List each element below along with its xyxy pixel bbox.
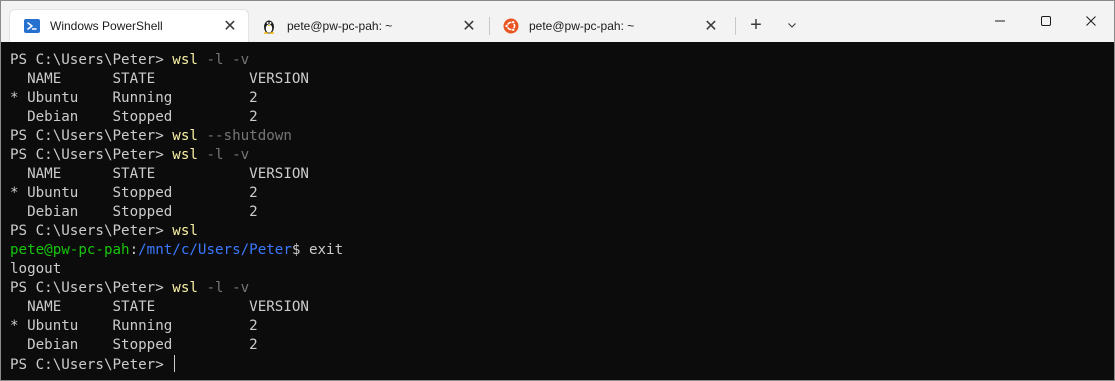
terminal-text: wsl bbox=[172, 280, 198, 296]
linux-tux-icon bbox=[261, 18, 277, 34]
terminal-line: pete@pw-pc-pah:/mnt/c/Users/Peter$ exit bbox=[10, 241, 1114, 260]
terminal-text: PS C:\Users\Peter> bbox=[10, 52, 173, 68]
terminal-text: PS C:\Users\Peter> bbox=[10, 357, 173, 373]
terminal-line: NAME STATE VERSION bbox=[10, 165, 1114, 184]
terminal-line: * Ubuntu Running 2 bbox=[10, 317, 1114, 336]
tab-bar: Windows PowerShell ✕ pete@pw-pc-pah: ~ ✕ bbox=[1, 1, 1114, 42]
terminal-text: Debian Stopped 2 bbox=[10, 337, 258, 353]
terminal-text: -l -v bbox=[197, 52, 250, 68]
terminal-text: -l -v bbox=[197, 280, 250, 296]
terminal-line: NAME STATE VERSION bbox=[10, 298, 1114, 317]
terminal-text: NAME STATE VERSION bbox=[10, 299, 309, 315]
close-tab-icon[interactable]: ✕ bbox=[216, 12, 244, 40]
terminal-window: Windows PowerShell ✕ pete@pw-pc-pah: ~ ✕ bbox=[0, 0, 1115, 381]
terminal-line: Debian Stopped 2 bbox=[10, 203, 1114, 222]
terminal-text: --shutdown bbox=[197, 128, 292, 144]
terminal-text: PS C:\Users\Peter> bbox=[10, 280, 173, 296]
tab-label: pete@pw-pc-pah: ~ bbox=[287, 18, 393, 33]
minimize-icon bbox=[995, 20, 1005, 22]
terminal-text: pete@pw-pc-pah bbox=[10, 242, 130, 258]
terminal-text: : bbox=[129, 242, 139, 258]
terminal-output[interactable]: PS C:\Users\Peter> wsl -l -v NAME STATE … bbox=[1, 42, 1114, 380]
terminal-text: PS C:\Users\Peter> bbox=[10, 223, 173, 239]
terminal-text: * Ubuntu Running 2 bbox=[10, 90, 258, 106]
close-tab-icon[interactable]: ✕ bbox=[697, 12, 725, 40]
terminal-text: wsl bbox=[172, 128, 198, 144]
terminal-text: $ exit bbox=[291, 242, 344, 258]
terminal-text: wsl bbox=[172, 52, 198, 68]
tab-divider bbox=[735, 17, 736, 35]
terminal-line: PS C:\Users\Peter> wsl -l -v bbox=[10, 51, 1114, 70]
terminal-line: PS C:\Users\Peter> wsl bbox=[10, 222, 1114, 241]
terminal-line: NAME STATE VERSION bbox=[10, 70, 1114, 89]
terminal-text: Debian Stopped 2 bbox=[10, 204, 258, 220]
terminal-text: wsl bbox=[172, 223, 198, 239]
new-tab-button[interactable]: + bbox=[741, 11, 771, 39]
terminal-text: * Ubuntu Stopped 2 bbox=[10, 185, 258, 201]
text-cursor bbox=[174, 355, 176, 372]
terminal-text: PS C:\Users\Peter> bbox=[10, 128, 173, 144]
terminal-line: Debian Stopped 2 bbox=[10, 336, 1114, 355]
tab-windows-powershell[interactable]: Windows PowerShell ✕ bbox=[9, 9, 249, 42]
terminal-text: * Ubuntu Running 2 bbox=[10, 318, 258, 334]
terminal-text: NAME STATE VERSION bbox=[10, 166, 309, 182]
tab-label: Windows PowerShell bbox=[50, 19, 163, 33]
tab-pete-ubuntu[interactable]: pete@pw-pc-pah: ~ ✕ bbox=[489, 9, 729, 42]
tab-dropdown-button[interactable] bbox=[777, 11, 807, 39]
close-window-button[interactable] bbox=[1068, 1, 1114, 41]
terminal-text: wsl bbox=[172, 147, 198, 163]
tab-pete-linux[interactable]: pete@pw-pc-pah: ~ ✕ bbox=[247, 9, 487, 42]
powershell-icon bbox=[24, 18, 40, 34]
terminal-line: logout bbox=[10, 260, 1114, 279]
ubuntu-icon bbox=[503, 18, 519, 34]
minimize-button[interactable] bbox=[977, 1, 1023, 41]
terminal-text: logout bbox=[10, 261, 62, 277]
maximize-button[interactable] bbox=[1023, 1, 1069, 41]
chevron-down-icon bbox=[788, 23, 796, 28]
terminal-line: * Ubuntu Stopped 2 bbox=[10, 184, 1114, 203]
tab-label: pete@pw-pc-pah: ~ bbox=[529, 18, 635, 33]
terminal-line: PS C:\Users\Peter> bbox=[10, 355, 1114, 374]
terminal-text: PS C:\Users\Peter> bbox=[10, 147, 173, 163]
terminal-text: /mnt/c/Users/Peter bbox=[138, 242, 292, 258]
terminal-line: PS C:\Users\Peter> wsl -l -v bbox=[10, 146, 1114, 165]
terminal-line: PS C:\Users\Peter> wsl --shutdown bbox=[10, 127, 1114, 146]
close-tab-icon[interactable]: ✕ bbox=[455, 12, 483, 40]
terminal-line: * Ubuntu Running 2 bbox=[10, 89, 1114, 108]
close-icon bbox=[1086, 16, 1096, 26]
terminal-text: -l -v bbox=[197, 147, 250, 163]
terminal-line: PS C:\Users\Peter> wsl -l -v bbox=[10, 279, 1114, 298]
terminal-text: NAME STATE VERSION bbox=[10, 71, 309, 87]
maximize-icon bbox=[1041, 16, 1051, 26]
terminal-text: Debian Stopped 2 bbox=[10, 109, 258, 125]
terminal-line: Debian Stopped 2 bbox=[10, 108, 1114, 127]
